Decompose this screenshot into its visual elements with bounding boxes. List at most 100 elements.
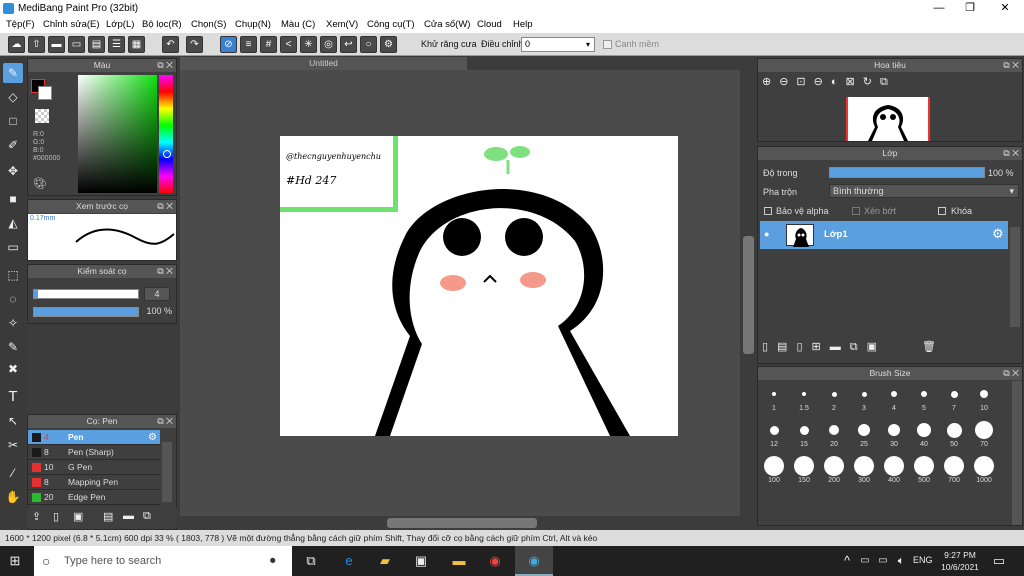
brush-size-option[interactable]: 100 [759,454,789,484]
panel-close-icon[interactable]: ⧉ ✕ [157,200,173,213]
new-brush-icon[interactable]: ▯ [53,510,59,523]
size-value[interactable]: 4 [144,287,170,301]
saturation-value-picker[interactable] [78,75,157,193]
brush-item-edge-pen[interactable]: 20 Edge Pen [28,490,160,505]
menu-color[interactable]: Màu (C) [281,19,315,30]
operation-tool-icon[interactable]: ↖ [3,411,23,431]
navigator-zoom-icons[interactable]: ⊕⊖⊡⊖◐⊠↻⧉ [762,75,937,93]
duplicate-icon[interactable]: ⧉ [143,510,151,523]
lock-checkbox[interactable] [938,207,946,215]
volume-icon[interactable]: 🔈︎ [892,552,910,570]
minimize-button[interactable]: — [924,1,954,16]
eyedropper-tool-icon[interactable]: ⁄ [3,463,23,483]
brush-size-option[interactable]: 40 [909,418,939,448]
brush-size-option[interactable]: 150 [789,454,819,484]
snap-radial-icon[interactable]: ✳ [300,36,317,53]
select-pen-tool-icon[interactable]: ✎ [3,337,23,357]
panel-close-icon[interactable]: ⧉ ✕ [1003,367,1019,380]
select-eraser-tool-icon[interactable]: ✖ [3,359,23,379]
navigator-thumbnail[interactable] [846,97,930,141]
trash-icon[interactable]: 🗑︎ [922,340,936,353]
hue-handle[interactable] [163,150,171,158]
clock[interactable]: 9:27 PM 10/6/2021 [938,549,982,573]
magic-wand-tool-icon[interactable]: ✧ [3,313,23,333]
menu-view[interactable]: Xem(V) [326,19,358,30]
comment-icon[interactable]: ▬ [48,36,65,53]
panel-close-icon[interactable]: ⧉ ✕ [157,415,173,428]
menu-tools[interactable]: Công cụ(T) [367,19,415,30]
close-button[interactable]: ✕ [990,1,1020,16]
clipping-checkbox[interactable] [852,207,860,215]
brush-size-option[interactable]: 50 [939,418,969,448]
hue-slider[interactable] [159,75,173,193]
snap-parallel-icon[interactable]: ≡ [240,36,257,53]
network-icon[interactable]: ▭ [856,552,874,570]
list-icon[interactable]: ☰ [108,36,125,53]
folder-app-icon[interactable]: ▬ [450,552,468,570]
fill-rect-tool-icon[interactable]: ■ [3,189,23,209]
brush-size-option[interactable]: 2 [819,382,849,412]
search-box[interactable]: ○ Type here to search ⏺︎ [34,546,292,576]
snap-grid-icon[interactable]: # [260,36,277,53]
layer-opacity-slider[interactable] [829,167,985,178]
chrome-icon[interactable]: ◉ [486,552,504,570]
select-rect-tool-icon[interactable]: ⬚ [3,265,23,285]
adjust-select[interactable]: 0 ▾ [521,37,595,52]
maximize-button[interactable]: ❐ [955,1,985,16]
brush-size-option[interactable]: 300 [849,454,879,484]
file-explorer-icon[interactable]: ▰ [376,552,394,570]
brush-size-option[interactable]: 25 [849,418,879,448]
store-icon[interactable]: ▣ [412,552,430,570]
brush-size-option[interactable]: 400 [879,454,909,484]
snap-ellipse-icon[interactable]: ○ [360,36,377,53]
snap-circle-icon[interactable]: ◎ [320,36,337,53]
canvas-area[interactable]: @thecnguyenhuyenchu #Hd 247 [180,70,757,516]
lasso-tool-icon[interactable]: ◌ [3,289,23,309]
snap-checkbox[interactable] [603,40,612,49]
protect-alpha-checkbox[interactable] [764,207,772,215]
brush-size-option[interactable]: 5 [909,382,939,412]
brush-size-option[interactable]: 1 [759,382,789,412]
chevron-up-icon[interactable]: ^ [838,552,856,570]
menu-cloud[interactable]: Cloud [477,19,502,30]
divide-tool-icon[interactable]: ✂ [3,435,23,455]
brush-item-g-pen[interactable]: 10 G Pen [28,460,160,475]
palette-icon[interactable]: 🎨︎ [33,177,65,191]
brush-size-option[interactable]: 10 [969,382,999,412]
brush-size-scrollbar[interactable] [1012,381,1022,525]
panel-close-icon[interactable]: ⧉ ✕ [157,265,173,278]
snap-curve-icon[interactable]: ↩ [340,36,357,53]
layer-row[interactable]: ● Lớp1 ⚙ [760,221,1008,249]
chat-icon[interactable]: ▭ [68,36,85,53]
move-tool-icon[interactable]: ✥ [3,161,23,181]
brush-list-scrollbar[interactable] [162,442,172,502]
document-icon[interactable]: ▤ [88,36,105,53]
menu-edit[interactable]: Chỉnh sửa(E) [43,19,100,30]
panel-close-icon[interactable]: ⧉ ✕ [157,59,173,72]
panel-close-icon[interactable]: ⧉ ✕ [1003,59,1019,72]
brush-size-option[interactable]: 30 [879,418,909,448]
brush-size-option[interactable]: 3 [849,382,879,412]
vertical-scrollbar[interactable] [740,70,757,516]
settings-gear-icon[interactable]: ⚙ [380,36,397,53]
brush-item-mapping-pen[interactable]: 8 Mapping Pen [28,475,160,490]
notification-icon[interactable]: ▭ [990,552,1008,570]
brush-item-pen[interactable]: 4 Pen ⚙ [28,430,160,445]
brush-tool-icon[interactable]: ✎ [3,63,23,83]
layer-toolbar-icons[interactable]: ▯▤▯⊞▬⧉▣ [762,340,942,358]
folder-icon[interactable]: ▬ [123,510,134,522]
medibang-taskbar-button[interactable]: ◉ [515,546,553,576]
dot-tool-icon[interactable]: ✐ [3,135,23,155]
brush-size-option[interactable]: 15 [789,418,819,448]
horizontal-scrollbar[interactable] [180,516,740,530]
eye-icon[interactable]: ● [764,229,769,239]
snap-perspective-icon[interactable]: < [280,36,297,53]
drawing-canvas[interactable]: @thecnguyenhuyenchu #Hd 247 [280,136,678,436]
edge-icon[interactable]: e [340,552,358,570]
brush-size-option[interactable]: 4 [879,382,909,412]
battery-icon[interactable]: ▭ [874,552,892,570]
hand-tool-icon[interactable]: ✋ [3,487,23,507]
brush-menu-icon[interactable]: ▣ [73,510,83,523]
menu-file[interactable]: Tệp(F) [6,19,35,30]
brush-size-option[interactable]: 7 [939,382,969,412]
